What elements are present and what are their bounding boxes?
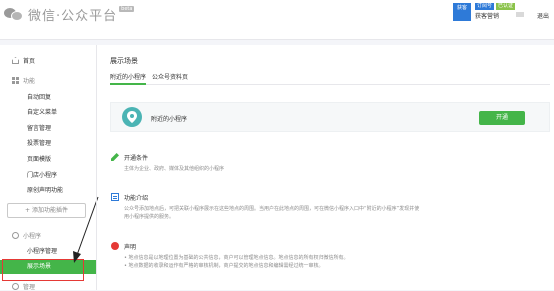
sidebar-item-miniapp-manage[interactable]: 小程序管理 bbox=[27, 246, 57, 255]
pen-icon bbox=[111, 153, 119, 161]
sidebar-group-function: 功能 bbox=[12, 76, 35, 85]
home-icon bbox=[12, 57, 19, 64]
content-area: 首页 功能 自动回复 自定义菜单 留言管理 投票管理 页面模版 门店小程序 原创… bbox=[0, 45, 554, 291]
nearby-miniapp-banner: 附近的小程序 开通 bbox=[110, 102, 550, 132]
desc-line: • 地点数据的收录和运作有严格的审核机制，商户提交的地点信息和编辑需经过统一审核… bbox=[124, 263, 324, 269]
logout-link[interactable]: 退出 bbox=[537, 11, 549, 20]
account-avatar[interactable]: 获客 bbox=[453, 3, 471, 21]
top-bar: 微信·公众平台 beta 获客 订阅号 已认证 获客营销 退出 bbox=[0, 0, 554, 40]
desc-line: 用小程序提供的服务。 bbox=[124, 214, 175, 220]
tab-bar: 附近的小程序 公众号资料页 bbox=[110, 71, 550, 85]
message-icon[interactable] bbox=[516, 12, 524, 17]
account-info[interactable]: 获客 订阅号 已认证 获客营销 bbox=[453, 3, 516, 21]
desc-line: • 地点信息是以地理位置为基础的公共信息，商户可以管理地点信息。地点信息的所有权… bbox=[124, 255, 349, 261]
tab-nearby-miniapp[interactable]: 附近的小程序 bbox=[110, 72, 147, 85]
tab-profile-page[interactable]: 公众号资料页 bbox=[152, 72, 188, 81]
open-button[interactable]: 开通 bbox=[479, 111, 525, 125]
grid-icon bbox=[12, 77, 19, 84]
logo[interactable]: 微信·公众平台 beta bbox=[4, 4, 135, 24]
banner-label: 附近的小程序 bbox=[151, 116, 188, 123]
sidebar-item-votes[interactable]: 投票管理 bbox=[27, 138, 51, 147]
desc-line: 公众号添加地点后，可把关联小程序展示在这些地点的周围。当用户在此地点的周围，可在… bbox=[124, 206, 420, 212]
sidebar-item-custom-menu[interactable]: 自定义菜单 bbox=[27, 107, 57, 116]
section-desc: • 地点信息是以地理位置为基础的公共信息，商户可以管理地点信息。地点信息的所有权… bbox=[124, 254, 549, 270]
sidebar-item-store-miniapp[interactable]: 门店小程序 bbox=[27, 170, 57, 179]
sidebar-item-page-template[interactable]: 页面模版 bbox=[27, 154, 51, 163]
section-title: 开通条件 bbox=[124, 155, 149, 162]
section-title: 功能介绍 bbox=[124, 195, 149, 202]
sidebar-item-home[interactable]: 首页 bbox=[12, 56, 35, 65]
section-desc: 主体为企业、政府、媒体及其他组织的小程序 bbox=[124, 166, 225, 172]
section-statement: 声明 • 地点信息是以地理位置为基础的公共信息，商户可以管理地点信息。地点信息的… bbox=[111, 242, 549, 270]
page-title: 展示场景 bbox=[110, 57, 138, 65]
section-title: 声明 bbox=[124, 244, 137, 251]
warning-icon bbox=[111, 242, 119, 250]
location-pin-icon bbox=[122, 107, 142, 127]
verified-badge: 已认证 bbox=[496, 3, 516, 10]
section-conditions: 开通条件 主体为企业、政府、媒体及其他组织的小程序 bbox=[111, 153, 225, 173]
account-type-badge: 订阅号 bbox=[475, 3, 495, 10]
main-panel: 展示场景 附近的小程序 公众号资料页 附近的小程序 开通 开通条件 主体为企业、… bbox=[96, 45, 554, 290]
sidebar-item-auto-reply[interactable]: 自动回复 bbox=[27, 92, 51, 101]
account-name: 获客营销 bbox=[475, 13, 500, 20]
link-icon bbox=[12, 232, 19, 239]
beta-tag: beta bbox=[119, 6, 135, 12]
sidebar-item-original-claim[interactable]: 原创声明功能 bbox=[27, 185, 63, 194]
sidebar-item-comments[interactable]: 留言管理 bbox=[27, 123, 51, 132]
section-desc: 公众号添加地点后，可把关联小程序展示在这些地点的周围。当用户在此地点的周围，可在… bbox=[124, 205, 549, 221]
wechat-logo-icon bbox=[4, 6, 24, 22]
document-icon bbox=[111, 193, 119, 201]
sidebar-group-miniapp: 小程序 bbox=[12, 231, 41, 240]
section-intro: 功能介绍 公众号添加地点后，可把关联小程序展示在这些地点的周围。当用户在此地点的… bbox=[111, 193, 549, 221]
manage-icon bbox=[12, 283, 19, 290]
logo-text: 微信·公众平台 bbox=[28, 8, 118, 24]
